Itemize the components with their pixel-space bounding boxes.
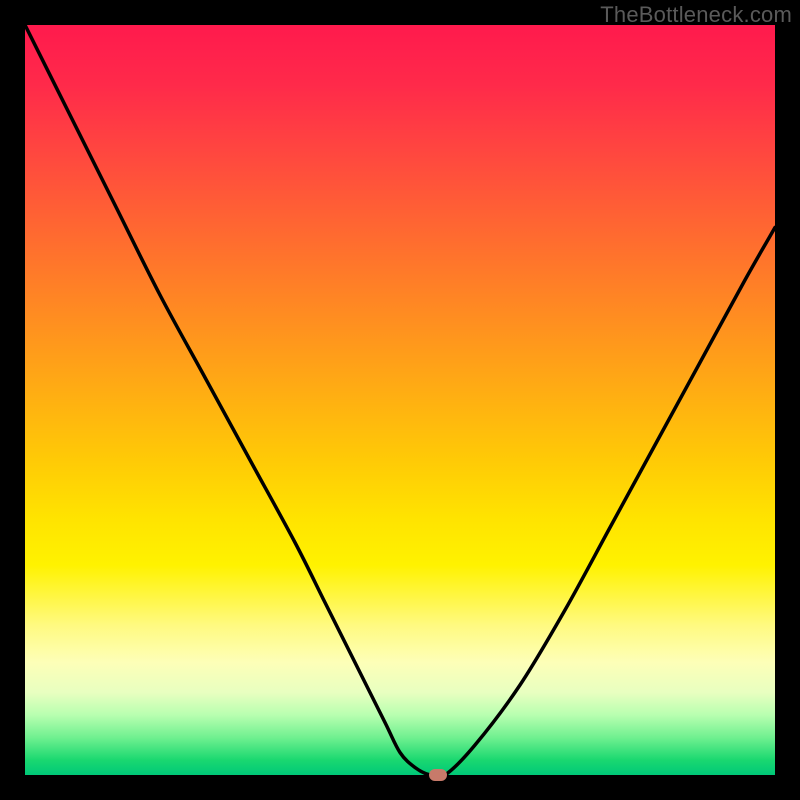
chart-frame	[25, 25, 775, 775]
watermark-text: TheBottleneck.com	[600, 2, 792, 28]
bottleneck-curve	[25, 25, 775, 775]
optimal-point-marker	[429, 769, 447, 781]
